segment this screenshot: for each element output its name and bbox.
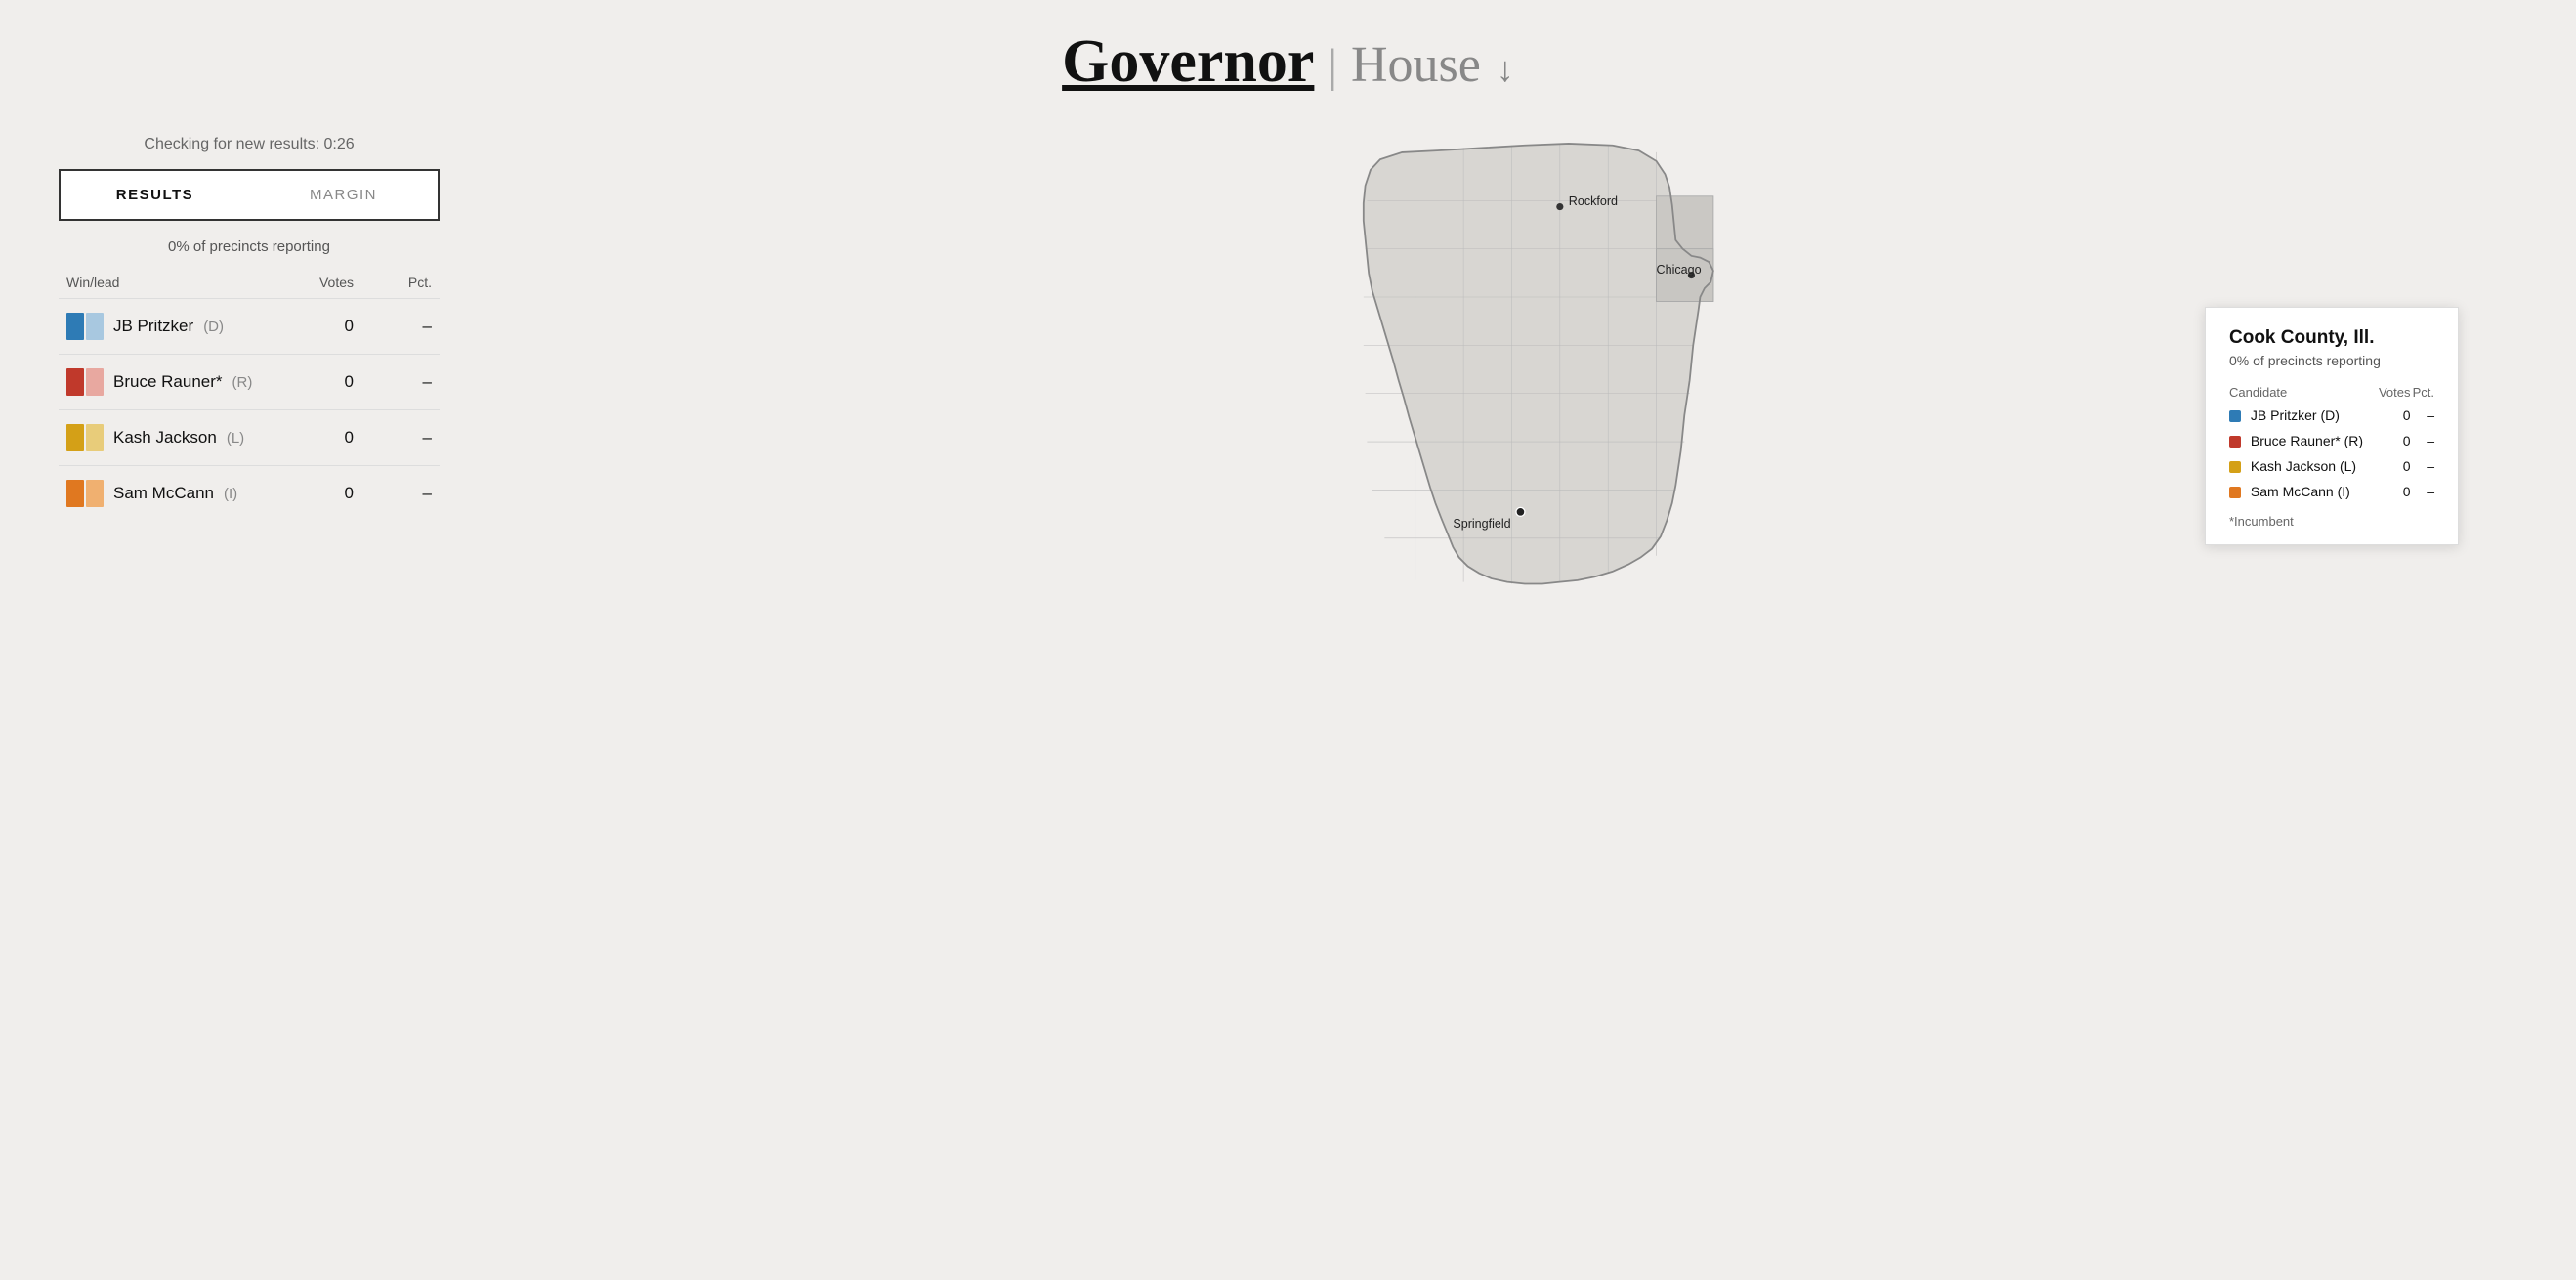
candidate-votes: 0 [256, 484, 354, 503]
candidate-pct: – [354, 317, 432, 336]
candidate-votes: 0 [256, 317, 354, 336]
candidate-pct: – [354, 372, 432, 392]
tooltip-col-candidate: Candidate [2229, 382, 2376, 403]
tooltip-candidate-name: Kash Jackson (L) [2229, 453, 2376, 479]
color-swatch-primary [66, 480, 84, 507]
tooltip-col-votes: Votes [2376, 382, 2411, 403]
color-swatch-primary [66, 368, 84, 396]
house-arrow: ↓ [1497, 49, 1514, 90]
tooltip-candidate-name: JB Pritzker (D) [2229, 403, 2376, 428]
tooltip-color-dot [2229, 461, 2241, 473]
springfield-dot [1516, 507, 1525, 516]
color-swatch-primary [66, 313, 84, 340]
candidate-votes: 0 [256, 372, 354, 392]
table-row: JB Pritzker (D) 0 – [59, 298, 440, 354]
candidate-party: (D) [203, 319, 224, 335]
tooltip-candidate-name: Bruce Rauner* (R) [2229, 428, 2376, 453]
col-header-win: Win/lead [66, 275, 256, 290]
tooltip-pct: – [2410, 403, 2434, 428]
results-header: Win/lead Votes Pct. [59, 275, 440, 298]
springfield-label: Springfield [1453, 517, 1510, 531]
color-swatch-secondary [86, 313, 104, 340]
tooltip-incumbent-note: *Incumbent [2229, 514, 2434, 529]
tooltip-pct: – [2410, 453, 2434, 479]
candidate-info: JB Pritzker (D) [66, 313, 256, 340]
candidate-pct: – [354, 428, 432, 448]
tooltip-candidate-name: Sam McCann (I) [2229, 479, 2376, 504]
candidate-party: (L) [227, 430, 244, 447]
table-row: Bruce Rauner* (R) 0 – [59, 354, 440, 409]
tooltip-col-pct: Pct. [2410, 382, 2434, 403]
tooltip-precincts: 0% of precincts reporting [2229, 353, 2434, 368]
rockford-dot [1556, 203, 1563, 210]
candidate-party: (R) [232, 374, 253, 391]
page-header: Governor | House ↓ [0, 0, 2576, 116]
candidate-info: Sam McCann (I) [66, 480, 256, 507]
color-swatch-secondary [86, 368, 104, 396]
divider-pipe: | [1328, 39, 1337, 93]
rockford-label: Rockford [1569, 194, 1618, 208]
color-block [66, 424, 104, 451]
tooltip-votes: 0 [2376, 428, 2411, 453]
table-row: Sam McCann (I) 0 – [59, 465, 440, 521]
tab-results[interactable]: RESULTS [61, 171, 249, 219]
main-content: Checking for new results: 0:26 RESULTS M… [0, 116, 2576, 825]
tooltip-color-dot [2229, 410, 2241, 422]
tooltip-color-dot [2229, 436, 2241, 448]
col-header-pct: Pct. [354, 275, 432, 290]
tooltip-county: Cook County, Ill. [2229, 327, 2434, 349]
color-swatch-secondary [86, 424, 104, 451]
candidate-party: (I) [224, 486, 237, 502]
tab-margin[interactable]: MARGIN [249, 171, 438, 219]
tooltip-row: Sam McCann (I) 0 – [2229, 479, 2434, 504]
tooltip-row: Kash Jackson (L) 0 – [2229, 453, 2434, 479]
chicago-label: Chicago [1657, 263, 1702, 277]
candidate-info: Kash Jackson (L) [66, 424, 256, 451]
tooltip-votes: 0 [2376, 453, 2411, 479]
tooltip-color-dot [2229, 487, 2241, 498]
color-block [66, 313, 104, 340]
table-row: Kash Jackson (L) 0 – [59, 409, 440, 465]
tooltip-table: Candidate Votes Pct. JB Pritzker (D) 0 – [2229, 382, 2434, 504]
candidate-name: Sam McCann [113, 484, 214, 503]
color-swatch-secondary [86, 480, 104, 507]
candidate-votes: 0 [256, 428, 354, 448]
candidate-name: Bruce Rauner* [113, 372, 223, 392]
candidate-info: Bruce Rauner* (R) [66, 368, 256, 396]
col-header-votes: Votes [256, 275, 354, 290]
timer-text: Checking for new results: 0:26 [59, 136, 440, 153]
map-counties [1364, 144, 1713, 584]
tab-bar: RESULTS MARGIN [59, 169, 440, 221]
tooltip-row: JB Pritzker (D) 0 – [2229, 403, 2434, 428]
tooltip-votes: 0 [2376, 479, 2411, 504]
candidate-pct: – [354, 484, 432, 503]
tooltip-votes: 0 [2376, 403, 2411, 428]
candidate-name: Kash Jackson [113, 428, 217, 448]
map-panel: Rockford Chicago Springfield Cook County… [469, 116, 2537, 825]
tooltip-box: Cook County, Ill. 0% of precincts report… [2205, 307, 2459, 545]
tooltip-pct: – [2410, 428, 2434, 453]
governor-link[interactable]: Governor [1062, 27, 1314, 97]
color-swatch-primary [66, 424, 84, 451]
color-block [66, 368, 104, 396]
left-panel: Checking for new results: 0:26 RESULTS M… [39, 116, 469, 825]
house-link[interactable]: House [1351, 36, 1481, 94]
tooltip-pct: – [2410, 479, 2434, 504]
precincts-label: 0% of precincts reporting [59, 238, 440, 255]
color-block [66, 480, 104, 507]
tooltip-row: Bruce Rauner* (R) 0 – [2229, 428, 2434, 453]
candidate-name: JB Pritzker [113, 317, 193, 336]
